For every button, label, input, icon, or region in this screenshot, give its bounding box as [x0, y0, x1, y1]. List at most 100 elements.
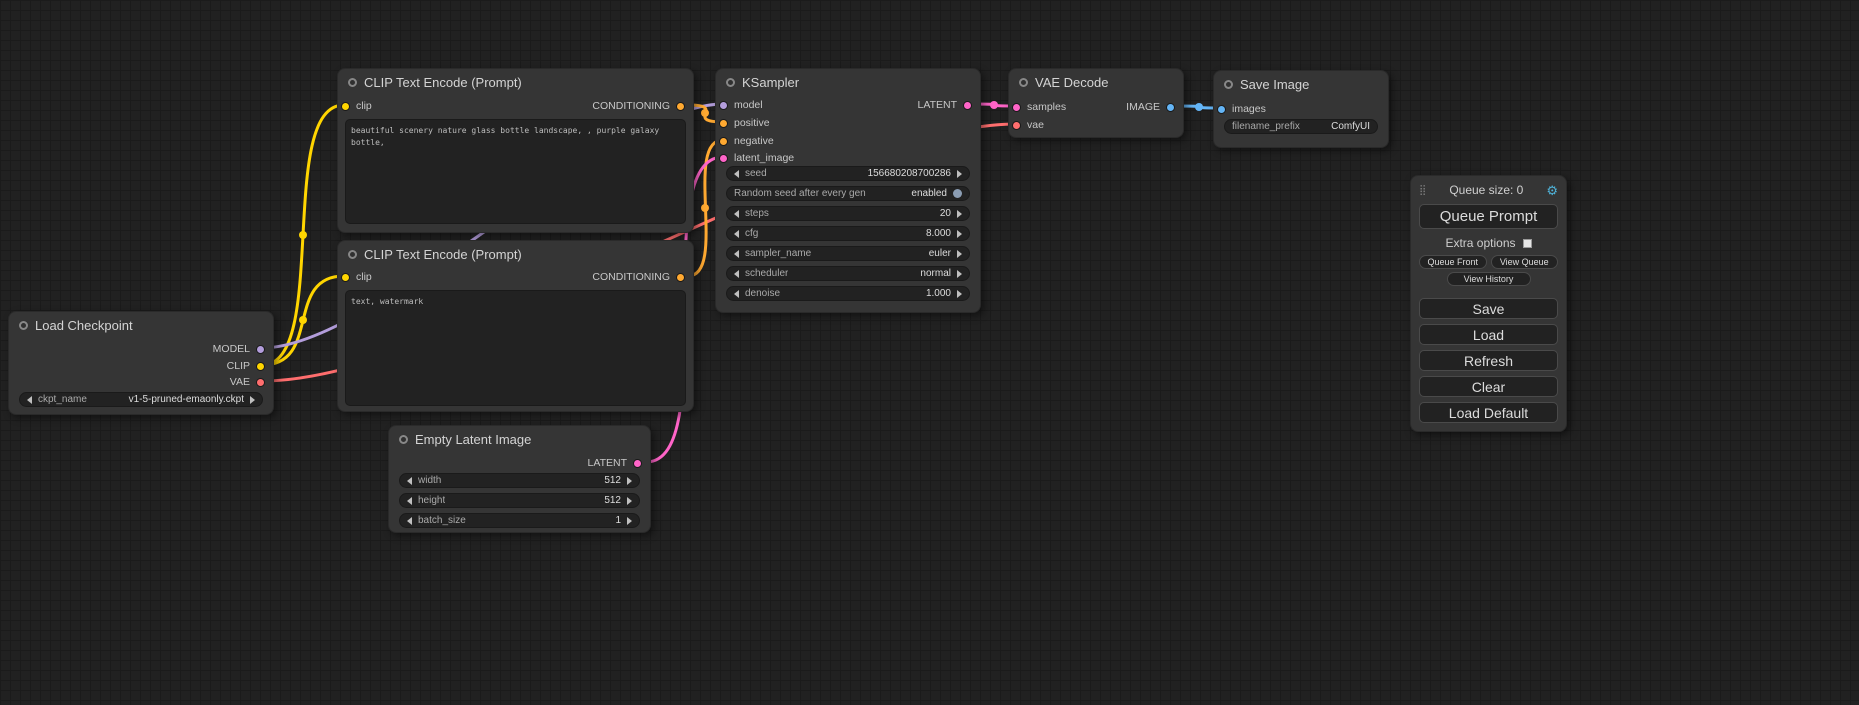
model-port-dot[interactable]: [719, 101, 728, 110]
next-value-arrow-icon[interactable]: [957, 230, 962, 238]
prev-value-arrow-icon[interactable]: [734, 230, 739, 238]
vae-port-dot[interactable]: [1012, 121, 1021, 130]
node-title-bar[interactable]: VAE Decode: [1009, 69, 1183, 95]
widget-scheduler[interactable]: scheduler normal: [726, 266, 970, 281]
next-value-arrow-icon[interactable]: [627, 517, 632, 525]
save-button[interactable]: Save: [1419, 298, 1558, 319]
collapse-dot-icon[interactable]: [1019, 78, 1028, 87]
node-title-bar[interactable]: Save Image: [1214, 71, 1388, 97]
widget-random-seed-toggle[interactable]: Random seed after every gen enabled: [726, 186, 970, 201]
node-title-bar[interactable]: KSampler: [716, 69, 980, 95]
collapse-dot-icon[interactable]: [726, 78, 735, 87]
prev-value-arrow-icon[interactable]: [407, 477, 412, 485]
next-value-arrow-icon[interactable]: [250, 396, 255, 404]
node-title-bar[interactable]: CLIP Text Encode (Prompt): [338, 69, 693, 95]
input-port-latent-image[interactable]: latent_image: [719, 153, 794, 163]
prev-value-arrow-icon[interactable]: [407, 497, 412, 505]
widget-ckpt-name[interactable]: ckpt_name v1-5-pruned-emaonly.ckpt: [19, 392, 263, 407]
input-port-clip[interactable]: clip: [341, 101, 372, 111]
collapse-dot-icon[interactable]: [399, 435, 408, 444]
node-save-image[interactable]: Save Image images filename_prefix ComfyU…: [1213, 70, 1389, 148]
node-clip-text-encode-negative[interactable]: CLIP Text Encode (Prompt) clip CONDITION…: [337, 240, 694, 412]
widget-batch-size[interactable]: batch_size 1: [399, 513, 640, 528]
node-empty-latent-image[interactable]: Empty Latent Image LATENT width 512 heig…: [388, 425, 651, 533]
widget-sampler-name[interactable]: sampler_name euler: [726, 246, 970, 261]
input-port-samples[interactable]: samples: [1012, 102, 1066, 112]
output-port-latent[interactable]: LATENT: [918, 100, 972, 110]
toggle-knob-icon[interactable]: [953, 189, 962, 198]
gear-icon[interactable]: ⚙: [1546, 184, 1558, 197]
prev-value-arrow-icon[interactable]: [734, 170, 739, 178]
clear-button[interactable]: Clear: [1419, 376, 1558, 397]
latent-port-dot[interactable]: [719, 154, 728, 163]
widget-cfg[interactable]: cfg 8.000: [726, 226, 970, 241]
next-value-arrow-icon[interactable]: [627, 477, 632, 485]
widget-seed[interactable]: seed 156680208700286: [726, 166, 970, 181]
extra-options-checkbox[interactable]: [1523, 239, 1532, 248]
output-port-conditioning[interactable]: CONDITIONING: [592, 272, 685, 282]
next-value-arrow-icon[interactable]: [627, 497, 632, 505]
clip-port-dot[interactable]: [341, 102, 350, 111]
latent-port-dot[interactable]: [963, 101, 972, 110]
output-port-image[interactable]: IMAGE: [1126, 102, 1175, 112]
prompt-textarea[interactable]: beautiful scenery nature glass bottle la…: [345, 119, 686, 224]
next-value-arrow-icon[interactable]: [957, 270, 962, 278]
prev-value-arrow-icon[interactable]: [27, 396, 32, 404]
input-port-images[interactable]: images: [1217, 104, 1266, 114]
widget-height[interactable]: height 512: [399, 493, 640, 508]
node-load-checkpoint[interactable]: Load Checkpoint MODEL CLIP VAE ckpt_name…: [8, 311, 274, 415]
input-port-clip[interactable]: clip: [341, 272, 372, 282]
node-ksampler[interactable]: KSampler model positive negative latent_…: [715, 68, 981, 313]
input-port-negative[interactable]: negative: [719, 136, 774, 146]
collapse-dot-icon[interactable]: [348, 250, 357, 259]
node-title-bar[interactable]: CLIP Text Encode (Prompt): [338, 241, 693, 267]
widget-steps[interactable]: steps 20: [726, 206, 970, 221]
next-value-arrow-icon[interactable]: [957, 210, 962, 218]
prev-value-arrow-icon[interactable]: [734, 290, 739, 298]
clip-port-dot[interactable]: [341, 273, 350, 282]
next-value-arrow-icon[interactable]: [957, 170, 962, 178]
prompt-textarea[interactable]: text, watermark: [345, 290, 686, 406]
widget-filename-prefix[interactable]: filename_prefix ComfyUI: [1224, 119, 1378, 134]
node-title-bar[interactable]: Empty Latent Image: [389, 426, 650, 452]
image-port-dot[interactable]: [1217, 105, 1226, 114]
prev-value-arrow-icon[interactable]: [734, 210, 739, 218]
input-port-positive[interactable]: positive: [719, 118, 770, 128]
output-port-model[interactable]: MODEL: [213, 344, 265, 354]
load-button[interactable]: Load: [1419, 324, 1558, 345]
collapse-dot-icon[interactable]: [1224, 80, 1233, 89]
widget-width[interactable]: width 512: [399, 473, 640, 488]
latent-port-dot[interactable]: [633, 459, 642, 468]
conditioning-port-dot[interactable]: [676, 273, 685, 282]
load-default-button[interactable]: Load Default: [1419, 402, 1558, 423]
node-clip-text-encode-positive[interactable]: CLIP Text Encode (Prompt) clip CONDITION…: [337, 68, 694, 233]
output-port-conditioning[interactable]: CONDITIONING: [592, 101, 685, 111]
conditioning-port-dot[interactable]: [719, 119, 728, 128]
prev-value-arrow-icon[interactable]: [407, 517, 412, 525]
refresh-button[interactable]: Refresh: [1419, 350, 1558, 371]
node-vae-decode[interactable]: VAE Decode samples vae IMAGE: [1008, 68, 1184, 138]
output-port-clip[interactable]: CLIP: [227, 361, 265, 371]
next-value-arrow-icon[interactable]: [957, 290, 962, 298]
collapse-dot-icon[interactable]: [19, 321, 28, 330]
output-port-vae[interactable]: VAE: [230, 377, 265, 387]
latent-port-dot[interactable]: [1012, 103, 1021, 112]
input-port-model[interactable]: model: [719, 100, 763, 110]
prev-value-arrow-icon[interactable]: [734, 270, 739, 278]
conditioning-port-dot[interactable]: [719, 137, 728, 146]
queue-front-button[interactable]: Queue Front: [1419, 255, 1487, 269]
prev-value-arrow-icon[interactable]: [734, 250, 739, 258]
conditioning-port-dot[interactable]: [676, 102, 685, 111]
vae-port-dot[interactable]: [256, 378, 265, 387]
output-port-latent[interactable]: LATENT: [588, 458, 642, 468]
node-title-bar[interactable]: Load Checkpoint: [9, 312, 273, 338]
next-value-arrow-icon[interactable]: [957, 250, 962, 258]
collapse-dot-icon[interactable]: [348, 78, 357, 87]
widget-denoise[interactable]: denoise 1.000: [726, 286, 970, 301]
node-graph-canvas[interactable]: Load Checkpoint MODEL CLIP VAE ckpt_name…: [0, 0, 1859, 705]
image-port-dot[interactable]: [1166, 103, 1175, 112]
model-port-dot[interactable]: [256, 345, 265, 354]
drag-handle-icon[interactable]: ⣿: [1419, 185, 1426, 196]
clip-port-dot[interactable]: [256, 362, 265, 371]
view-history-button[interactable]: View History: [1447, 272, 1531, 286]
